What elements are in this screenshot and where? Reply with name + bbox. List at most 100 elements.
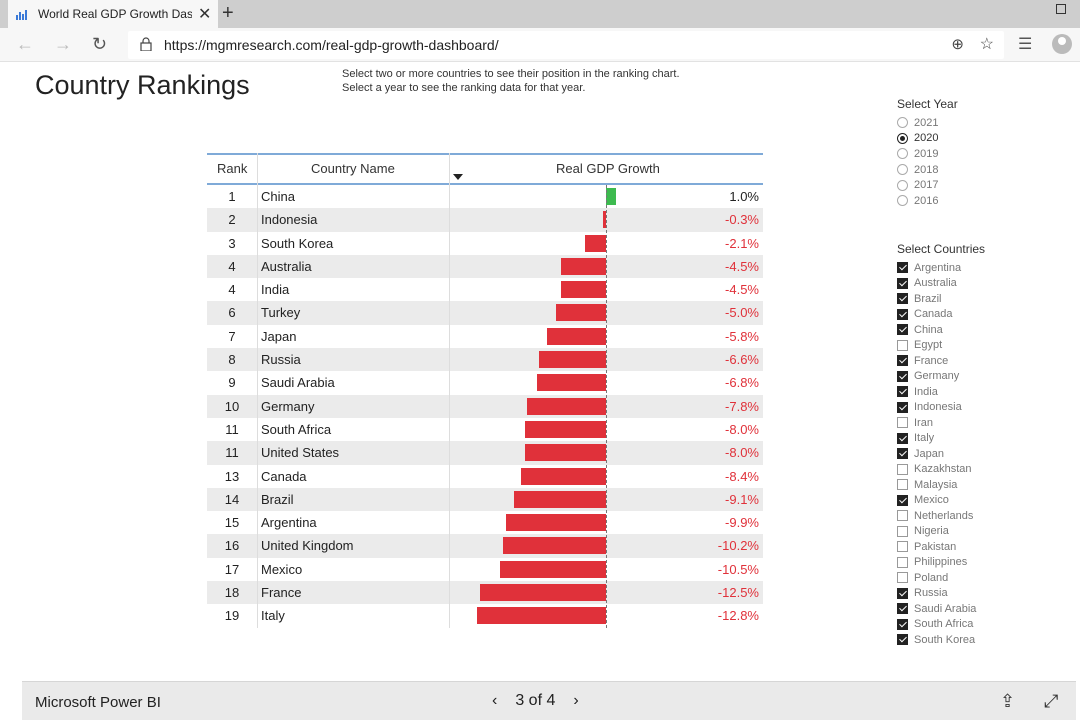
checkbox-icon[interactable] [897, 339, 908, 351]
year-option[interactable]: 2016 [897, 193, 958, 209]
table-row[interactable]: 2 Indonesia -0.3% [207, 208, 763, 232]
country-option[interactable]: Malaysia [897, 477, 985, 493]
table-row[interactable]: 15 Argentina -9.9% [207, 511, 763, 534]
refresh-icon[interactable]: ↻ [92, 34, 107, 55]
table-row[interactable]: 9 Saudi Arabia -6.8% [207, 371, 763, 394]
checkbox-icon[interactable] [897, 277, 908, 289]
table-row[interactable]: 4 India -4.5% [207, 278, 763, 301]
country-option[interactable]: South Korea [897, 632, 985, 648]
radio-icon[interactable] [897, 195, 908, 207]
checkbox-icon[interactable] [897, 587, 908, 599]
checkbox-icon[interactable] [897, 525, 908, 537]
year-option[interactable]: 2018 [897, 162, 958, 178]
next-page-icon[interactable]: › [573, 692, 578, 710]
checkbox-icon[interactable] [897, 510, 908, 522]
checkbox-icon[interactable] [897, 355, 908, 367]
table-row[interactable]: 3 South Korea -2.1% [207, 232, 763, 255]
country-option[interactable]: Canada [897, 307, 985, 323]
checkbox-icon[interactable] [897, 324, 908, 336]
checkbox-icon[interactable] [897, 370, 908, 382]
checkbox-icon[interactable] [897, 448, 908, 460]
checkbox-icon[interactable] [897, 417, 908, 429]
checkbox-icon[interactable] [897, 603, 908, 615]
table-row[interactable]: 19 Italy -12.8% [207, 604, 763, 627]
country-option[interactable]: South Africa [897, 617, 985, 633]
fullscreen-icon[interactable]: ⤢ [1044, 691, 1058, 712]
checkbox-icon[interactable] [897, 401, 908, 413]
year-option[interactable]: 2021 [897, 115, 958, 131]
country-option[interactable]: China [897, 322, 985, 338]
back-icon[interactable]: ← [16, 34, 34, 55]
country-option[interactable]: Mexico [897, 493, 985, 509]
table-row[interactable]: 17 Mexico -10.5% [207, 558, 763, 581]
previous-page-icon[interactable]: ‹ [492, 692, 497, 710]
country-option[interactable]: Kazakhstan [897, 462, 985, 478]
radio-icon[interactable] [897, 179, 908, 191]
checkbox-icon[interactable] [897, 572, 908, 584]
powerbi-brand[interactable]: Microsoft Power BI [35, 694, 161, 711]
country-option[interactable]: France [897, 353, 985, 369]
tab-close-icon[interactable]: ✕ [198, 4, 211, 24]
country-option[interactable]: Netherlands [897, 508, 985, 524]
year-option[interactable]: 2017 [897, 177, 958, 193]
checkbox-icon[interactable] [897, 479, 908, 491]
header-rank[interactable]: Rank [217, 161, 247, 176]
country-option[interactable]: Italy [897, 431, 985, 447]
browser-tab[interactable]: World Real GDP Growth Dashboard ✕ [8, 0, 218, 28]
table-row[interactable]: 8 Russia -6.6% [207, 348, 763, 372]
share-icon[interactable]: ⇪ [1000, 691, 1015, 712]
checkbox-icon[interactable] [897, 293, 908, 305]
country-option[interactable]: Egypt [897, 338, 985, 354]
country-option[interactable]: India [897, 384, 985, 400]
profile-avatar[interactable] [1052, 34, 1072, 54]
country-option[interactable]: Argentina [897, 260, 985, 276]
table-row[interactable]: 14 Brazil -9.1% [207, 487, 763, 512]
country-option[interactable]: Iran [897, 415, 985, 431]
country-option[interactable]: Nigeria [897, 524, 985, 540]
checkbox-icon[interactable] [897, 541, 908, 553]
checkbox-icon[interactable] [897, 556, 908, 568]
radio-icon[interactable] [897, 148, 908, 160]
table-row[interactable]: 10 Germany -7.8% [207, 394, 763, 418]
header-growth[interactable]: Real GDP Growth [556, 161, 660, 176]
radio-icon[interactable] [897, 164, 908, 176]
country-option[interactable]: Russia [897, 586, 985, 602]
table-row[interactable]: 4 Australia -4.5% [207, 254, 763, 279]
country-option[interactable]: Australia [897, 276, 985, 292]
restore-window-icon[interactable] [1056, 4, 1066, 14]
favorite-star-icon[interactable]: ☆ [980, 34, 994, 54]
table-row[interactable]: 18 France -12.5% [207, 581, 763, 605]
year-option[interactable]: 2020 [897, 131, 958, 147]
checkbox-icon[interactable] [897, 494, 908, 506]
table-row[interactable]: 11 South Africa -8.0% [207, 418, 763, 441]
radio-icon[interactable] [897, 117, 908, 129]
checkbox-icon[interactable] [897, 432, 908, 444]
address-bar[interactable]: https://mgmresearch.com/real-gdp-growth-… [128, 31, 1004, 59]
checkbox-icon[interactable] [897, 386, 908, 398]
checkbox-icon[interactable] [897, 308, 908, 320]
country-option[interactable]: Indonesia [897, 400, 985, 416]
new-tab-button[interactable]: + [222, 2, 234, 25]
country-option[interactable]: Pakistan [897, 539, 985, 555]
country-option[interactable]: Saudi Arabia [897, 601, 985, 617]
table-row[interactable]: 11 United States -8.0% [207, 441, 763, 465]
checkbox-icon[interactable] [897, 262, 908, 274]
checkbox-icon[interactable] [897, 463, 908, 475]
checkbox-icon[interactable] [897, 634, 908, 646]
sort-descending-icon[interactable] [453, 174, 463, 180]
radio-icon[interactable] [897, 132, 908, 144]
country-option[interactable]: Poland [897, 570, 985, 586]
header-country[interactable]: Country Name [311, 161, 395, 176]
country-option[interactable]: Brazil [897, 291, 985, 307]
year-option[interactable]: 2019 [897, 146, 958, 162]
forward-icon[interactable]: → [54, 34, 72, 55]
table-row[interactable]: 13 Canada -8.4% [207, 465, 763, 488]
table-row[interactable]: 1 China 1.0% [207, 185, 763, 208]
zoom-icon[interactable]: ⊕ [951, 35, 964, 53]
country-option[interactable]: Germany [897, 369, 985, 385]
table-row[interactable]: 6 Turkey -5.0% [207, 301, 763, 325]
table-row[interactable]: 7 Japan -5.8% [207, 325, 763, 348]
table-row[interactable]: 16 United Kingdom -10.2% [207, 534, 763, 558]
favorites-icon[interactable]: ☰ [1018, 34, 1032, 54]
country-option[interactable]: Philippines [897, 555, 985, 571]
